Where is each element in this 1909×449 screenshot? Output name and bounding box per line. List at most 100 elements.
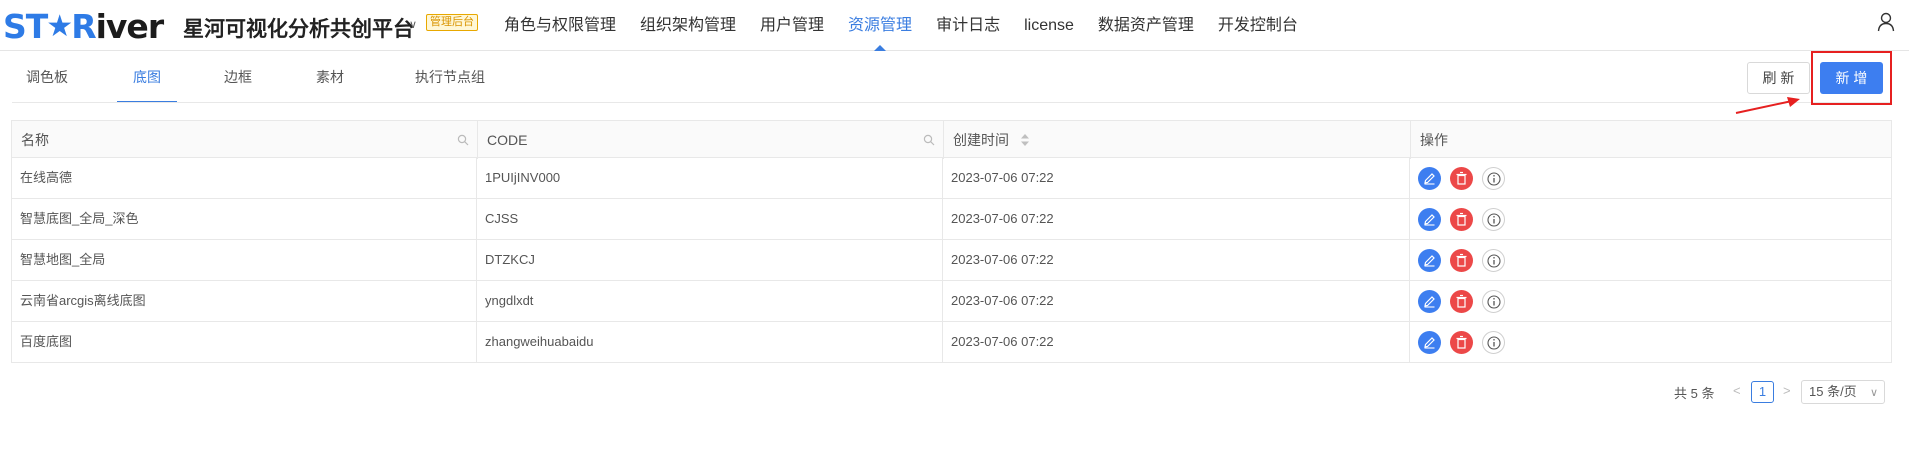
edit-button[interactable]	[1418, 167, 1441, 190]
cell-code: zhangweihuabaidu	[477, 322, 943, 362]
top-header: ST ★ River 星河可视化分析共创平台 ∨ 管理后台 角色与权限管理 组织架构…	[0, 0, 1909, 51]
info-icon	[1487, 213, 1501, 227]
pagination-total: 共 5 条	[1674, 386, 1715, 401]
annotation-arrow	[1735, 97, 1800, 114]
nav-item-license[interactable]: license	[1024, 0, 1074, 51]
pagination-next-icon[interactable]: >	[1783, 383, 1791, 398]
trash-icon	[1456, 253, 1467, 267]
pencil-icon	[1424, 173, 1435, 185]
delete-button[interactable]	[1450, 249, 1473, 272]
cell-code: CJSS	[477, 199, 943, 239]
pencil-icon	[1424, 214, 1435, 226]
nav-item-users[interactable]: 用户管理	[760, 0, 824, 51]
edit-button[interactable]	[1418, 208, 1441, 231]
chevron-down-icon[interactable]: ∨	[409, 18, 417, 31]
cell-code: yngdlxdt	[477, 281, 943, 321]
edit-button[interactable]	[1418, 331, 1441, 354]
cell-actions	[1410, 322, 1890, 362]
user-icon[interactable]	[1877, 12, 1895, 32]
pencil-icon	[1424, 337, 1435, 349]
cell-name: 云南省arcgis离线底图	[12, 281, 477, 321]
cell-created: 2023-07-06 07:22	[943, 322, 1410, 362]
logo-star-icon: ★	[46, 8, 73, 44]
edit-button[interactable]	[1418, 290, 1441, 313]
nav-item-audit[interactable]: 审计日志	[936, 0, 1000, 51]
search-icon[interactable]	[457, 134, 469, 146]
table-header: 名称 CODE 创建时间 操作	[11, 120, 1892, 159]
platform-title[interactable]: 星河可视化分析共创平台	[183, 13, 414, 43]
cell-actions	[1410, 199, 1890, 239]
column-header-created[interactable]: 创建时间	[944, 121, 1411, 159]
nav-item-org[interactable]: 组织架构管理	[640, 0, 736, 51]
cell-name: 百度底图	[12, 322, 477, 362]
edit-button[interactable]	[1418, 249, 1441, 272]
cell-name: 智慧底图_全局_深色	[12, 199, 477, 239]
tab-exec-node-group[interactable]: 执行节点组	[405, 52, 495, 102]
starriver-logo[interactable]: ST ★ River	[3, 6, 164, 46]
cell-created: 2023-07-06 07:22	[943, 158, 1410, 198]
sort-icon[interactable]	[1020, 134, 1029, 147]
info-icon	[1487, 254, 1501, 268]
cell-name: 智慧地图_全局	[12, 240, 477, 280]
table-row: 百度底图 zhangweihuabaidu 2023-07-06 07:22	[11, 322, 1892, 363]
delete-button[interactable]	[1450, 208, 1473, 231]
admin-badge: 管理后台	[426, 14, 478, 31]
cell-code: DTZKCJ	[477, 240, 943, 280]
info-icon	[1487, 295, 1501, 309]
logo-text: R	[71, 6, 96, 46]
nav-item-data-assets[interactable]: 数据资产管理	[1098, 0, 1194, 51]
cell-created: 2023-07-06 07:22	[943, 281, 1410, 321]
refresh-button[interactable]: 刷 新	[1747, 62, 1810, 94]
column-header-name: 名称	[12, 121, 478, 159]
delete-button[interactable]	[1450, 290, 1473, 313]
cell-actions	[1410, 240, 1890, 280]
resource-tabs: 调色板 底图 边框 素材 执行节点组	[12, 52, 1909, 103]
tab-palette[interactable]: 调色板	[12, 52, 82, 102]
nav-item-dev-console[interactable]: 开发控制台	[1218, 0, 1298, 51]
cell-actions	[1410, 158, 1890, 198]
column-header-code: CODE	[478, 121, 944, 159]
table-row: 在线高德 1PUIjINV000 2023-07-06 07:22	[11, 158, 1892, 199]
cell-created: 2023-07-06 07:22	[943, 240, 1410, 280]
table-row: 云南省arcgis离线底图 yngdlxdt 2023-07-06 07:22	[11, 281, 1892, 322]
logo-text: iver	[95, 6, 164, 46]
pencil-icon	[1424, 296, 1435, 308]
trash-icon	[1456, 294, 1467, 308]
cell-created: 2023-07-06 07:22	[943, 199, 1410, 239]
add-button[interactable]: 新 增	[1820, 62, 1883, 94]
tabs-divider	[12, 102, 1890, 103]
basemap-table: 名称 CODE 创建时间 操作 在线高德 1PUIjINV000 2023-07…	[11, 120, 1892, 363]
pagination-prev-icon[interactable]: <	[1733, 383, 1741, 398]
table-row: 智慧底图_全局_深色 CJSS 2023-07-06 07:22	[11, 199, 1892, 240]
trash-icon	[1456, 212, 1467, 226]
info-icon	[1487, 172, 1501, 186]
info-icon	[1487, 336, 1501, 350]
tab-material[interactable]: 素材	[300, 52, 360, 102]
trash-icon	[1456, 335, 1467, 349]
cell-name: 在线高德	[12, 158, 477, 198]
info-button[interactable]	[1482, 290, 1505, 313]
nav-item-resources[interactable]: 资源管理	[848, 0, 912, 51]
delete-button[interactable]	[1450, 167, 1473, 190]
delete-button[interactable]	[1450, 331, 1473, 354]
cell-code: 1PUIjINV000	[477, 158, 943, 198]
trash-icon	[1456, 171, 1467, 185]
main-nav: 角色与权限管理 组织架构管理 用户管理 资源管理 审计日志 license 数据…	[504, 0, 1322, 51]
tab-basemap[interactable]: 底图	[117, 52, 177, 103]
table-row: 智慧地图_全局 DTZKCJ 2023-07-06 07:22	[11, 240, 1892, 281]
info-button[interactable]	[1482, 249, 1505, 272]
cell-actions	[1410, 281, 1890, 321]
info-button[interactable]	[1482, 208, 1505, 231]
info-button[interactable]	[1482, 167, 1505, 190]
pencil-icon	[1424, 255, 1435, 267]
chevron-down-icon: ∨	[1869, 387, 1878, 399]
logo-text: ST	[3, 6, 48, 46]
search-icon[interactable]	[923, 134, 935, 146]
page-size-select[interactable]: 15 条/页 ∨	[1801, 380, 1885, 404]
nav-item-roles[interactable]: 角色与权限管理	[504, 0, 616, 51]
table-body: 在线高德 1PUIjINV000 2023-07-06 07:22 智慧底图_全…	[11, 158, 1892, 363]
tab-border[interactable]: 边框	[208, 52, 268, 102]
pagination-page-1[interactable]: 1	[1751, 381, 1774, 403]
info-button[interactable]	[1482, 331, 1505, 354]
page-size-value: 15 条/页	[1809, 384, 1857, 399]
